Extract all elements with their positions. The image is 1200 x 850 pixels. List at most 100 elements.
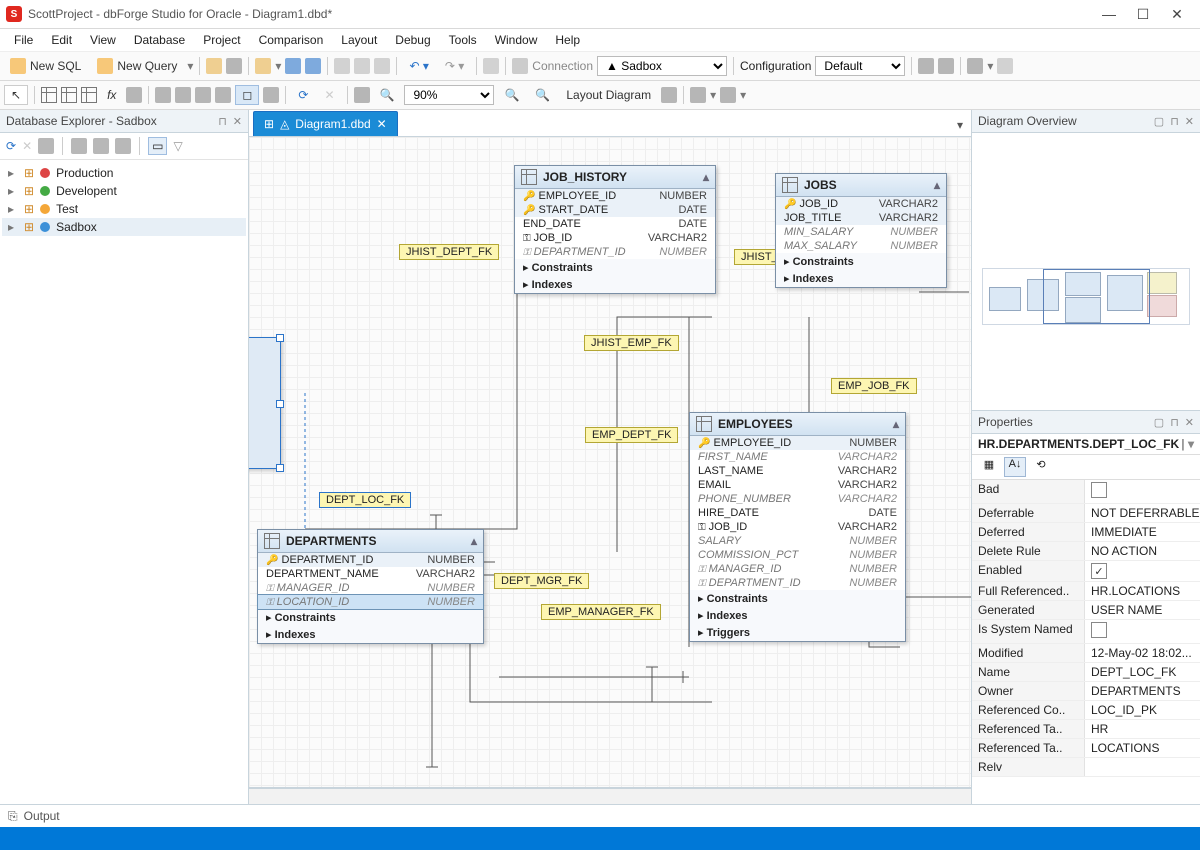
dropdown-icon[interactable]: ▾ xyxy=(187,59,193,73)
column-location_id[interactable]: ⚿ LOCATION_IDNUMBER xyxy=(258,595,483,609)
prop-row[interactable]: Full Referenced..HR.LOCATIONS xyxy=(972,582,1200,601)
categorized-button[interactable]: ▦ xyxy=(978,457,1000,477)
checkbox[interactable]: ✓ xyxy=(1091,563,1107,579)
prop-row[interactable]: Delete RuleNO ACTION xyxy=(972,542,1200,561)
redo-button[interactable]: ↷ ▾ xyxy=(439,57,470,75)
zoom-out-icon[interactable]: 🔍 xyxy=(529,86,556,104)
column-job_id[interactable]: ⚿ JOB_IDVARCHAR2 xyxy=(515,231,715,245)
tree-item-test[interactable]: ▸⊞Test xyxy=(2,200,246,218)
toolbar-icon[interactable] xyxy=(93,138,109,154)
connection-icon[interactable] xyxy=(512,58,528,74)
fold-constraints[interactable]: ▸ Constraints xyxy=(690,590,905,607)
column-department_id[interactable]: 🔑 DEPARTMENT_IDNUMBER xyxy=(258,553,483,567)
toolbar-icon[interactable] xyxy=(71,138,87,154)
entity-employees[interactable]: EMPLOYEES▴🔑 EMPLOYEE_IDNUMBERFIRST_NAMEV… xyxy=(689,412,906,642)
column-last_name[interactable]: LAST_NAMEVARCHAR2 xyxy=(690,464,905,478)
toolbar-icon[interactable] xyxy=(997,58,1013,74)
expand-icon[interactable]: ▸ xyxy=(8,166,18,180)
toolbar-icon[interactable] xyxy=(661,87,677,103)
overview-canvas[interactable] xyxy=(972,133,1200,410)
prop-row[interactable]: Is System Named xyxy=(972,620,1200,644)
fold-indexes[interactable]: ▸ Indexes xyxy=(258,626,483,643)
fold-triggers[interactable]: ▸ Triggers xyxy=(690,624,905,641)
cut-icon[interactable] xyxy=(334,58,350,74)
fk-label-jhist-dept[interactable]: JHIST_DEPT_FK xyxy=(399,244,499,260)
copy-icon[interactable] xyxy=(354,58,370,74)
column-commission_pct[interactable]: COMMISSION_PCTNUMBER xyxy=(690,548,905,562)
menu-comparison[interactable]: Comparison xyxy=(251,31,332,49)
entity-departments[interactable]: DEPARTMENTS▴🔑 DEPARTMENT_IDNUMBERDEPARTM… xyxy=(257,529,484,644)
column-employee_id[interactable]: 🔑 EMPLOYEE_IDNUMBER xyxy=(690,436,905,450)
expand-icon[interactable]: ▸ xyxy=(8,202,18,216)
menu-tools[interactable]: Tools xyxy=(441,31,485,49)
alphabetical-button[interactable]: A↓ xyxy=(1004,457,1026,477)
fk-label-jhist-emp[interactable]: JHIST_EMP_FK xyxy=(584,335,679,351)
column-end_date[interactable]: END_DATEDATE xyxy=(515,217,715,231)
diagram-canvas[interactable]: JHIST_DEPT_FK JHIST_JOB_FK JHIST_EMP_FK … xyxy=(249,137,971,788)
column-employee_id[interactable]: 🔑 EMPLOYEE_IDNUMBER xyxy=(515,189,715,203)
column-hire_date[interactable]: HIRE_DATEDATE xyxy=(690,506,905,520)
pin-icon[interactable]: ⊓ xyxy=(1170,115,1179,128)
menu-help[interactable]: Help xyxy=(547,31,588,49)
prop-row[interactable]: DeferredIMMEDIATE xyxy=(972,523,1200,542)
entity-partial[interactable] xyxy=(249,337,281,469)
delete-icon[interactable]: ✕ xyxy=(22,139,32,153)
tab-menu-icon[interactable]: ▾ xyxy=(949,114,971,136)
output-bar[interactable]: ⎘ Output xyxy=(0,804,1200,827)
connection-select[interactable]: ▲ Sadbox xyxy=(597,56,727,76)
column-manager_id[interactable]: ⚿ MANAGER_IDNUMBER xyxy=(690,562,905,576)
save-all-icon[interactable] xyxy=(305,58,321,74)
column-salary[interactable]: SALARYNUMBER xyxy=(690,534,905,548)
fold-constraints[interactable]: ▸ Constraints xyxy=(515,259,715,276)
window-icon[interactable]: ▢ xyxy=(1154,115,1164,128)
grid-snap-icon[interactable] xyxy=(354,87,370,103)
refresh-icon[interactable]: ⟳ xyxy=(6,139,16,153)
collapse-icon[interactable]: ▴ xyxy=(934,178,940,192)
toolbar-icon[interactable] xyxy=(690,87,706,103)
horizontal-scrollbar[interactable] xyxy=(249,788,971,804)
config-select[interactable]: Default xyxy=(815,56,905,76)
fold-constraints[interactable]: ▸ Constraints xyxy=(776,253,946,270)
pin-icon[interactable]: ⊓ xyxy=(1170,416,1179,429)
toolbar-icon[interactable] xyxy=(918,58,934,74)
column-department_name[interactable]: DEPARTMENT_NAMEVARCHAR2 xyxy=(258,567,483,581)
toolbar-icon[interactable] xyxy=(155,87,171,103)
grid-icon[interactable] xyxy=(41,87,57,103)
toolbar-icon[interactable] xyxy=(195,87,211,103)
column-first_name[interactable]: FIRST_NAMEVARCHAR2 xyxy=(690,450,905,464)
connection-tree[interactable]: ▸⊞Production▸⊞Developent▸⊞Test▸⊞Sadbox xyxy=(0,160,248,804)
menu-layout[interactable]: Layout xyxy=(333,31,385,49)
open-icon[interactable] xyxy=(206,58,222,74)
toolbar-icon[interactable] xyxy=(175,87,191,103)
tree-item-sadbox[interactable]: ▸⊞Sadbox xyxy=(2,218,246,236)
column-job_title[interactable]: JOB_TITLEVARCHAR2 xyxy=(776,211,946,225)
maximize-button[interactable]: ☐ xyxy=(1126,6,1160,23)
property-grid[interactable]: BadDeferrableNOT DEFERRABLEDeferredIMMED… xyxy=(972,480,1200,804)
tab-close-icon[interactable]: ✕ xyxy=(377,117,387,131)
toolbar-icon[interactable] xyxy=(483,58,499,74)
layout-diagram-button[interactable]: Layout Diagram xyxy=(560,86,657,104)
fold-indexes[interactable]: ▸ Indexes xyxy=(690,607,905,624)
fk-label-dept-mgr[interactable]: DEPT_MGR_FK xyxy=(494,573,589,589)
expand-icon[interactable]: ▸ xyxy=(8,184,18,198)
column-department_id[interactable]: ⚿ DEPARTMENT_IDNUMBER xyxy=(515,245,715,259)
highlight-icon[interactable]: ▭ xyxy=(148,137,167,155)
menu-window[interactable]: Window xyxy=(487,31,546,49)
menu-debug[interactable]: Debug xyxy=(387,31,438,49)
zoom-in-icon[interactable]: 🔍 xyxy=(498,86,525,104)
note-tool[interactable]: ◻ xyxy=(235,85,259,105)
toolbar-icon[interactable] xyxy=(720,87,736,103)
column-phone_number[interactable]: PHONE_NUMBERVARCHAR2 xyxy=(690,492,905,506)
fold-indexes[interactable]: ▸ Indexes xyxy=(776,270,946,287)
column-max_salary[interactable]: MAX_SALARYNUMBER xyxy=(776,239,946,253)
column-email[interactable]: EMAILVARCHAR2 xyxy=(690,478,905,492)
close-panel-icon[interactable]: ✕ xyxy=(1185,115,1194,128)
toolbar-icon[interactable] xyxy=(38,138,54,154)
toolbar-icon[interactable] xyxy=(967,58,983,74)
prop-row[interactable]: GeneratedUSER NAME xyxy=(972,601,1200,620)
column-min_salary[interactable]: MIN_SALARYNUMBER xyxy=(776,225,946,239)
collapse-icon[interactable]: ▴ xyxy=(893,417,899,431)
tab-diagram[interactable]: ⊞ ◬ Diagram1.dbd ✕ xyxy=(253,111,398,136)
refresh-button[interactable]: ⟳ xyxy=(292,86,314,104)
collapse-icon[interactable]: ▴ xyxy=(471,534,477,548)
